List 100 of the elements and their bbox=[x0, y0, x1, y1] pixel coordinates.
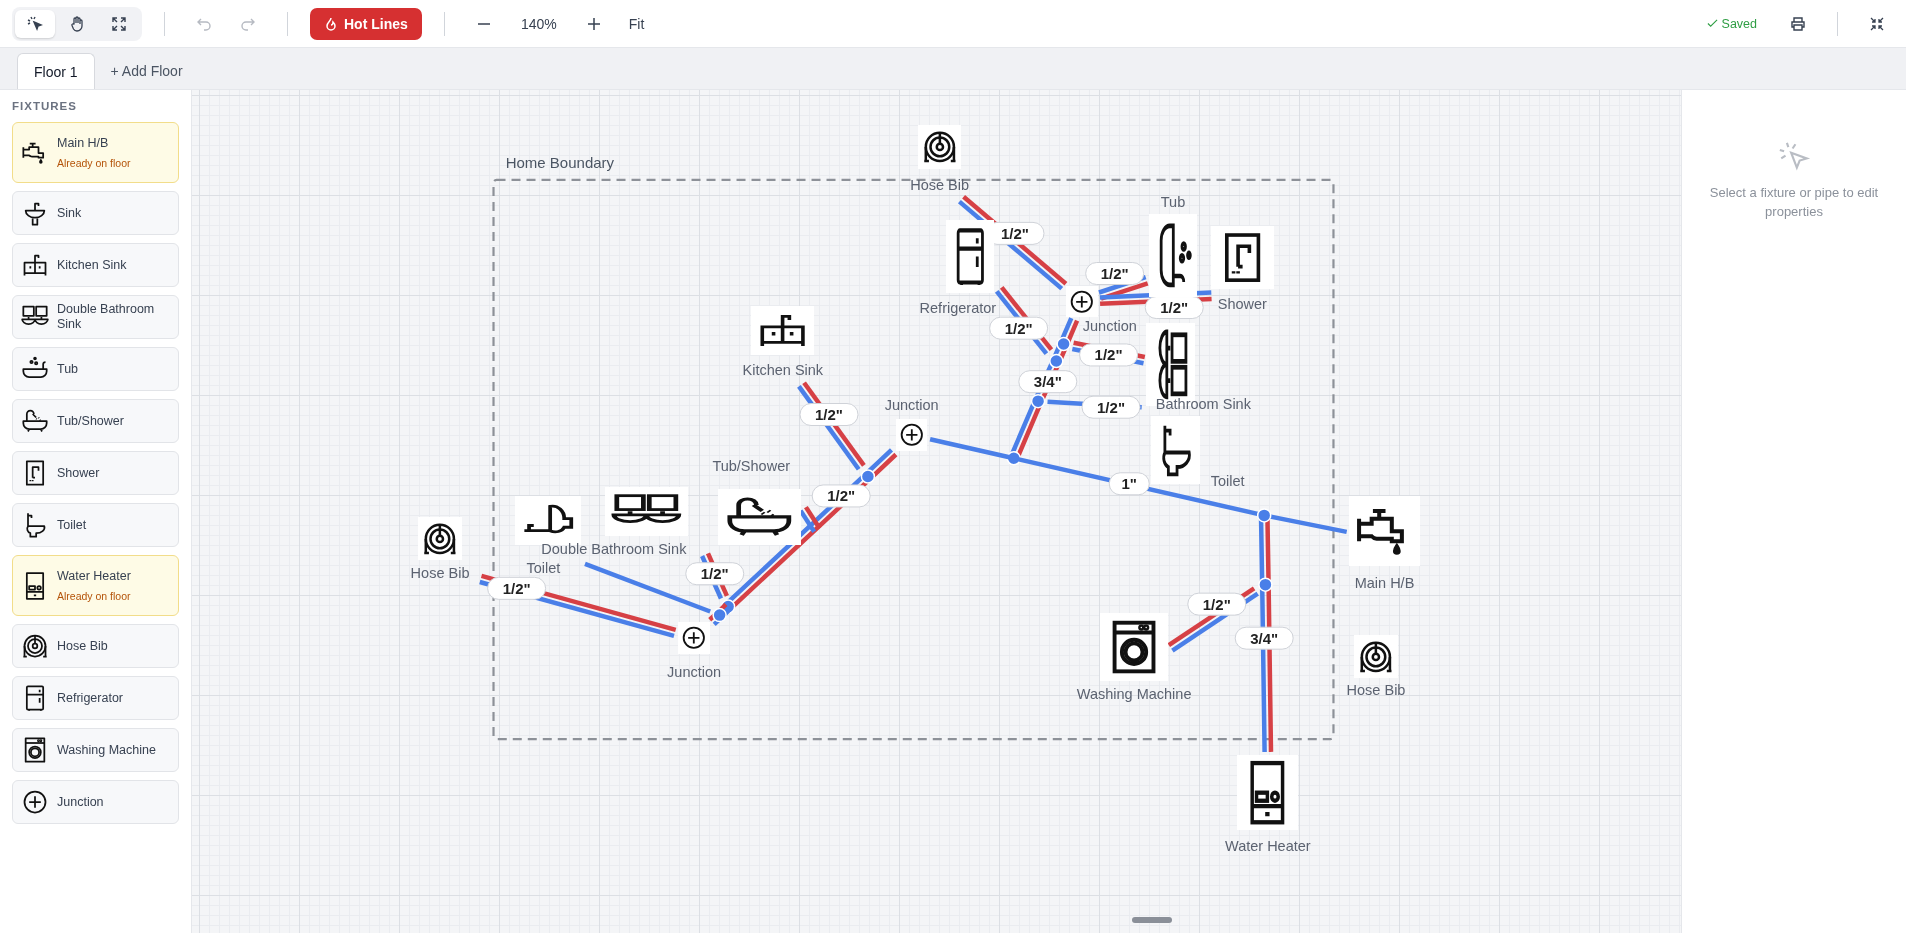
hose-reel-icon[interactable] bbox=[1354, 634, 1398, 679]
refrigerator-icon[interactable] bbox=[945, 220, 995, 293]
pipe-size-label[interactable]: 1/2" bbox=[811, 484, 871, 508]
fit-button[interactable]: Fit bbox=[620, 11, 653, 36]
fixture-label: Junction bbox=[1082, 317, 1137, 334]
fixture-label: Toilet bbox=[1210, 473, 1245, 490]
junction-dot[interactable] bbox=[712, 607, 727, 623]
shower-icon[interactable] bbox=[1210, 226, 1274, 290]
pipe-size-label[interactable]: 1/2" bbox=[487, 576, 547, 600]
fixture-card[interactable]: Water Heater Already on floor bbox=[12, 555, 179, 616]
pipe[interactable]: 1/2" bbox=[797, 381, 866, 471]
fixture-name: Hose Bib bbox=[57, 638, 108, 654]
fixture-label: Main H/B bbox=[1354, 575, 1415, 592]
hot-lines-button[interactable]: Hot Lines bbox=[310, 7, 422, 40]
fixture-card[interactable]: Washing Machine bbox=[12, 728, 179, 772]
fixture-name: Sink bbox=[57, 205, 82, 221]
fixture-label: Double Bathroom Sink bbox=[541, 541, 687, 558]
fixture-label: Junction bbox=[884, 396, 939, 413]
hose-reel-icon[interactable] bbox=[917, 125, 962, 169]
junction-dot[interactable] bbox=[1258, 577, 1273, 592]
pipe-size-label[interactable]: 1/2" bbox=[989, 316, 1049, 340]
junction-dot[interactable] bbox=[1030, 393, 1046, 409]
fixture-card[interactable]: Tub bbox=[12, 347, 179, 391]
toilet-icon[interactable] bbox=[1151, 415, 1200, 484]
bathtub-shower-icon[interactable] bbox=[718, 488, 802, 545]
junction-dot[interactable] bbox=[1049, 353, 1064, 369]
junction-dot[interactable] bbox=[1256, 508, 1272, 523]
fixture-label: Toilet bbox=[526, 559, 561, 576]
fixture-card[interactable]: Tub/Shower bbox=[12, 399, 179, 443]
pipe[interactable]: 3/4" bbox=[1234, 508, 1294, 753]
double-sink-icon[interactable] bbox=[605, 487, 688, 537]
resize-handle[interactable] bbox=[1132, 917, 1172, 923]
fixture-card[interactable]: Shower bbox=[12, 451, 179, 495]
fixture-card[interactable]: Double Bathroom Sink bbox=[12, 295, 179, 339]
fixture-label: Hose Bib bbox=[1346, 682, 1406, 699]
add-floor-button[interactable]: + Add Floor bbox=[104, 53, 189, 89]
fixture-name: Kitchen Sink bbox=[57, 257, 127, 273]
fixture-label: Hose Bib bbox=[410, 564, 470, 581]
fixture-card[interactable]: Sink bbox=[12, 191, 179, 235]
pipe[interactable]: 1/2" bbox=[1071, 340, 1146, 367]
pipe-size-label[interactable]: 1/2" bbox=[1187, 592, 1247, 616]
fixture-name: Junction bbox=[57, 794, 104, 810]
fixture-card[interactable]: Hose Bib bbox=[12, 624, 179, 668]
boundary-label: Home Boundary bbox=[505, 154, 615, 172]
zoom-level: 140% bbox=[519, 15, 558, 32]
junction-dot[interactable] bbox=[1056, 336, 1071, 352]
fixture-card[interactable]: Junction bbox=[12, 780, 179, 824]
water-heater-icon[interactable] bbox=[1237, 754, 1299, 831]
hose-reel-icon bbox=[21, 632, 49, 660]
fixture-note: Already on floor bbox=[57, 157, 131, 169]
collapse-icon bbox=[1870, 16, 1884, 31]
pipe-size-label[interactable]: 3/4" bbox=[1018, 370, 1078, 394]
hand-icon bbox=[69, 15, 85, 32]
bathtub-shower-icon bbox=[21, 407, 49, 435]
fixture-card[interactable]: Kitchen Sink bbox=[12, 243, 179, 287]
faucet-icon[interactable] bbox=[1349, 495, 1420, 567]
floor-tab[interactable]: Floor 1 bbox=[17, 53, 95, 89]
flame-icon bbox=[324, 16, 338, 31]
expand-icon bbox=[112, 16, 126, 31]
fixture-label: Junction bbox=[667, 664, 722, 681]
plus-circle-icon bbox=[21, 788, 49, 816]
fixture-label: Tub/Shower bbox=[712, 457, 790, 474]
bathtub-icon[interactable] bbox=[1148, 213, 1198, 297]
washing-machine-icon[interactable] bbox=[1100, 612, 1169, 681]
pipe-size-label[interactable]: 1/2" bbox=[1081, 395, 1141, 419]
pointer-icon bbox=[27, 15, 43, 32]
fixture-label: Tub bbox=[1160, 193, 1186, 210]
pipe[interactable]: 1/2" bbox=[479, 573, 677, 639]
save-status: Saved bbox=[1721, 16, 1757, 31]
pipe-size-label[interactable]: 3/4" bbox=[1234, 626, 1294, 650]
fixture-label: Bathroom Sink bbox=[1155, 395, 1251, 412]
tool-button[interactable] bbox=[15, 9, 55, 38]
junction-dot[interactable] bbox=[860, 469, 876, 484]
pipe-size-label[interactable]: 1/2" bbox=[1085, 262, 1145, 285]
pipe[interactable]: 1/2" bbox=[1047, 395, 1142, 419]
fixture-name: Tub/Shower bbox=[57, 413, 124, 429]
fixture-label: Water Heater bbox=[1225, 838, 1311, 854]
printer-icon bbox=[1790, 15, 1806, 32]
fixture-name: Water Heater bbox=[57, 569, 131, 584]
pipe-size-label[interactable]: 1/2" bbox=[799, 403, 859, 426]
toilet-icon[interactable] bbox=[515, 495, 581, 545]
kitchen-sink-icon[interactable] bbox=[751, 306, 815, 355]
fixture-name: Tub bbox=[57, 361, 79, 377]
hose-reel-icon[interactable] bbox=[418, 516, 462, 561]
pipe-size-label[interactable]: 1/2" bbox=[1079, 343, 1139, 367]
fixture-name: Toilet bbox=[57, 517, 87, 533]
fixture-card[interactable]: Main H/B Already on floor bbox=[12, 122, 179, 183]
fixture-card[interactable]: Toilet bbox=[12, 503, 179, 547]
pipe[interactable]: 1/2" bbox=[685, 552, 745, 600]
fixture-name: Main H/B bbox=[57, 136, 110, 151]
fixture-name: Refrigerator bbox=[57, 690, 123, 706]
check-icon bbox=[1706, 18, 1718, 29]
fixture-label: Shower bbox=[1217, 295, 1267, 312]
empty-hint: Select a fixture or pipe to edit properties bbox=[1708, 184, 1880, 221]
fixture-label: Washing Machine bbox=[1076, 686, 1192, 703]
pipe-size-label[interactable]: 1" bbox=[1108, 472, 1150, 496]
pipe-size-label[interactable]: 1/2" bbox=[1144, 296, 1204, 320]
fixture-name: Double Bathroom Sink bbox=[57, 302, 156, 332]
fixture-card[interactable]: Refrigerator bbox=[12, 676, 179, 720]
pipe-size-label[interactable]: 1/2" bbox=[685, 562, 745, 586]
